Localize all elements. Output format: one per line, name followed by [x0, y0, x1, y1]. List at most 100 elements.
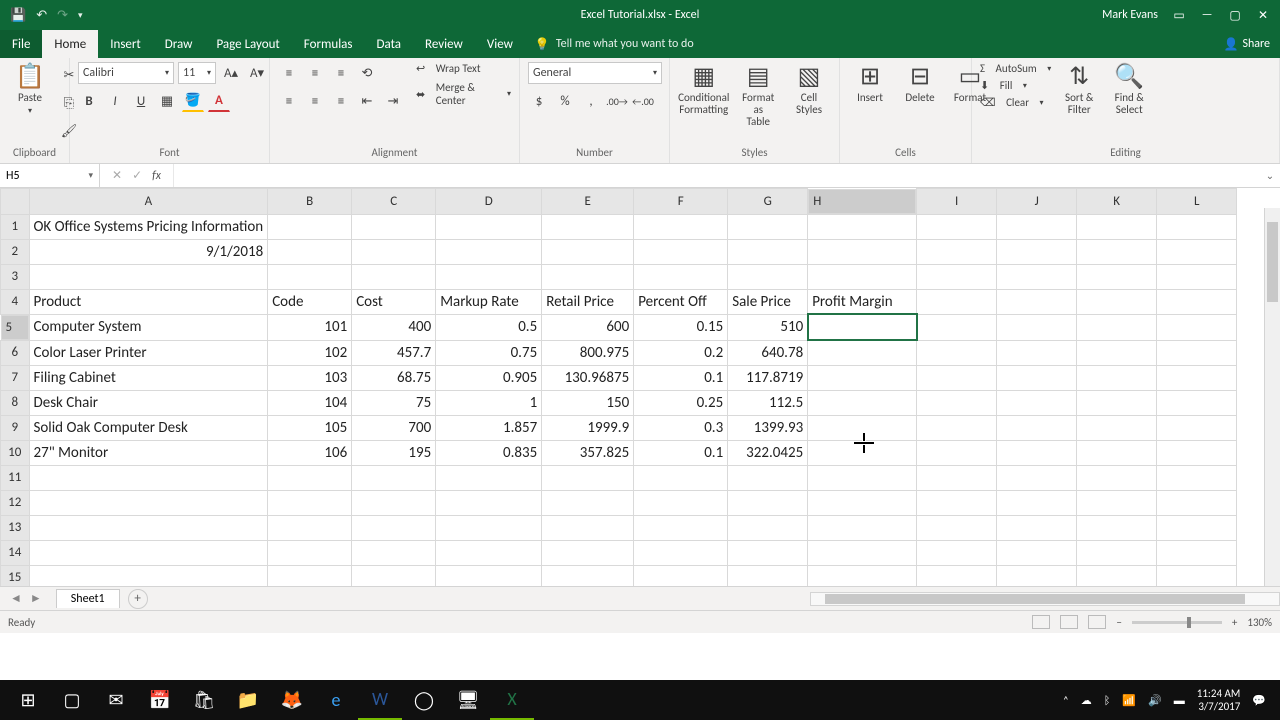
ribbon-options-icon[interactable]: ▭: [1172, 8, 1186, 23]
cell-D11[interactable]: [436, 465, 542, 490]
cell-I10[interactable]: [917, 440, 997, 465]
cell-J4[interactable]: [997, 289, 1077, 314]
cell-H8[interactable]: [808, 390, 917, 415]
cell-F6[interactable]: 0.2: [634, 340, 728, 365]
cell-I13[interactable]: [917, 515, 997, 540]
cell-L3[interactable]: [1157, 264, 1237, 289]
cancel-icon[interactable]: ✕: [112, 168, 122, 183]
font-name-select[interactable]: Calibri▾: [78, 62, 174, 84]
calendar-icon[interactable]: 📅: [138, 680, 182, 720]
cell-D6[interactable]: 0.75: [436, 340, 542, 365]
cell-K2[interactable]: [1077, 239, 1157, 264]
cell-A12[interactable]: [29, 490, 268, 515]
cell-F1[interactable]: [634, 214, 728, 239]
cell-B11[interactable]: [268, 465, 352, 490]
cell-H3[interactable]: [808, 264, 917, 289]
cell-F7[interactable]: 0.1: [634, 365, 728, 390]
cell-D14[interactable]: [436, 540, 542, 565]
cell-C12[interactable]: [352, 490, 436, 515]
row-header-7[interactable]: 7: [1, 365, 30, 390]
cell-I3[interactable]: [917, 264, 997, 289]
col-header-E[interactable]: E: [542, 189, 634, 215]
cell-B5[interactable]: 101: [268, 314, 352, 340]
new-sheet-button[interactable]: +: [128, 589, 148, 609]
task-view-icon[interactable]: ▢: [50, 680, 94, 720]
tab-home[interactable]: Home: [42, 30, 98, 58]
cell-F15[interactable]: [634, 565, 728, 587]
underline-button[interactable]: U: [130, 90, 152, 112]
italic-button[interactable]: I: [104, 90, 126, 112]
qat-dropdown-icon[interactable]: ▾: [78, 10, 83, 21]
delete-cells-button[interactable]: ⊟Delete: [898, 62, 942, 106]
currency-icon[interactable]: $: [528, 90, 550, 112]
cell-A10[interactable]: 27" Monitor: [29, 440, 268, 465]
cell-E15[interactable]: [542, 565, 634, 587]
cell-K4[interactable]: [1077, 289, 1157, 314]
page-break-view-icon[interactable]: [1088, 615, 1106, 629]
zoom-out-button[interactable]: −: [1116, 616, 1121, 629]
row-header-11[interactable]: 11: [1, 465, 30, 490]
cell-E8[interactable]: 150: [542, 390, 634, 415]
align-top-icon[interactable]: ≡: [278, 62, 300, 84]
cell-E3[interactable]: [542, 264, 634, 289]
vm-icon[interactable]: 🖥: [446, 680, 490, 720]
cell-G1[interactable]: [728, 214, 808, 239]
cell-K11[interactable]: [1077, 465, 1157, 490]
row-header-1[interactable]: 1: [1, 214, 30, 239]
cell-B2[interactable]: [268, 239, 352, 264]
firefox-icon[interactable]: 🦊: [270, 680, 314, 720]
cell-H6[interactable]: [808, 340, 917, 365]
cell-K13[interactable]: [1077, 515, 1157, 540]
cell-I8[interactable]: [917, 390, 997, 415]
cell-I4[interactable]: [917, 289, 997, 314]
cell-A3[interactable]: [29, 264, 268, 289]
cell-C13[interactable]: [352, 515, 436, 540]
col-header-H[interactable]: H: [808, 189, 916, 214]
cell-E11[interactable]: [542, 465, 634, 490]
cell-G9[interactable]: 1399.93: [728, 415, 808, 440]
cell-D5[interactable]: 0.5: [436, 314, 542, 340]
cell-G14[interactable]: [728, 540, 808, 565]
cell-B7[interactable]: 103: [268, 365, 352, 390]
cell-I1[interactable]: [917, 214, 997, 239]
cell-K14[interactable]: [1077, 540, 1157, 565]
cell-B15[interactable]: [268, 565, 352, 587]
cell-J13[interactable]: [997, 515, 1077, 540]
volume-icon[interactable]: 🔊: [1148, 694, 1162, 707]
tab-draw[interactable]: Draw: [153, 30, 205, 58]
obs-icon[interactable]: ◯: [402, 680, 446, 720]
comma-icon[interactable]: ,: [580, 90, 602, 112]
orientation-icon[interactable]: ⟲: [356, 62, 378, 84]
cell-A7[interactable]: Filing Cabinet: [29, 365, 268, 390]
cell-G8[interactable]: 112.5: [728, 390, 808, 415]
fill-color-button[interactable]: 🪣: [182, 90, 204, 112]
cell-styles-button[interactable]: ▧ CellStyles: [787, 62, 831, 118]
increase-decimal-icon[interactable]: .00→: [606, 90, 628, 112]
cell-B8[interactable]: 104: [268, 390, 352, 415]
cell-F5[interactable]: 0.15: [634, 314, 728, 340]
formula-input[interactable]: [174, 164, 1260, 187]
cell-D15[interactable]: [436, 565, 542, 587]
bold-button[interactable]: B: [78, 90, 100, 112]
cell-I14[interactable]: [917, 540, 997, 565]
cell-E5[interactable]: 600: [542, 314, 634, 340]
maximize-button[interactable]: ▢: [1228, 8, 1242, 23]
cell-K3[interactable]: [1077, 264, 1157, 289]
cell-A14[interactable]: [29, 540, 268, 565]
cell-E9[interactable]: 1999.9: [542, 415, 634, 440]
cell-E13[interactable]: [542, 515, 634, 540]
cell-H5[interactable]: [808, 314, 917, 340]
cell-D10[interactable]: 0.835: [436, 440, 542, 465]
cell-B12[interactable]: [268, 490, 352, 515]
paste-button[interactable]: 📋 Paste ▾: [8, 62, 52, 118]
cell-J6[interactable]: [997, 340, 1077, 365]
cell-J2[interactable]: [997, 239, 1077, 264]
clear-button[interactable]: ⌫ Clear ▾: [980, 96, 1051, 109]
cell-A8[interactable]: Desk Chair: [29, 390, 268, 415]
cell-C7[interactable]: 68.75: [352, 365, 436, 390]
cell-J14[interactable]: [997, 540, 1077, 565]
cell-L4[interactable]: [1157, 289, 1237, 314]
save-icon[interactable]: 💾: [10, 8, 26, 23]
cell-E7[interactable]: 130.96875: [542, 365, 634, 390]
wrap-text-button[interactable]: ↩ Wrap Text: [416, 62, 511, 75]
